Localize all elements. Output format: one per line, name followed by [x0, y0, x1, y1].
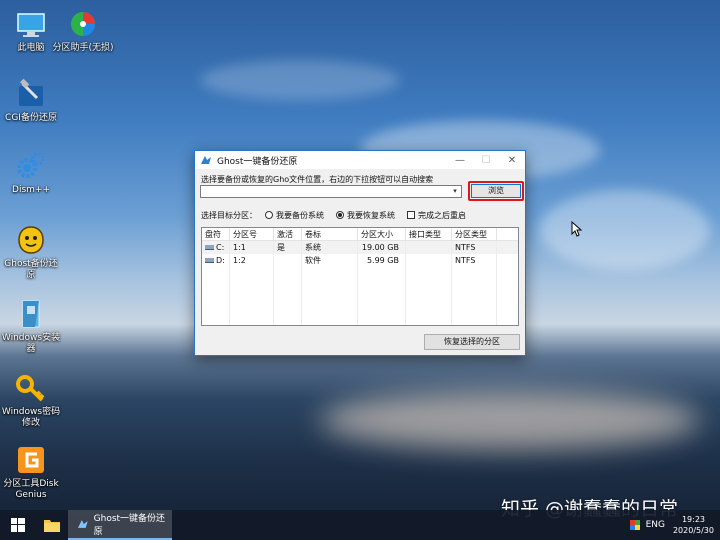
- window-titlebar[interactable]: Ghost一键备份还原 — ☐ ✕: [195, 151, 525, 169]
- cloud: [200, 60, 400, 100]
- cursor-icon: [571, 221, 583, 237]
- column-header[interactable]: 激活: [274, 228, 302, 240]
- clock-date: 2020/5/30: [672, 526, 714, 535]
- column-header[interactable]: 分区号: [230, 228, 274, 240]
- clock[interactable]: 19:23 2020/5/30: [673, 514, 714, 536]
- taskbar-task-ghost[interactable]: Ghost一键备份还原: [68, 510, 172, 540]
- table-cell: NTFS: [452, 241, 497, 254]
- column-header[interactable]: 分区类型: [452, 228, 497, 240]
- desktop-icon-windows-installer[interactable]: Windows安装器: [0, 298, 62, 355]
- radio-backup-label: 我要备份系统: [276, 210, 324, 220]
- action-center-icon[interactable]: [629, 520, 640, 530]
- taskbar: Ghost一键备份还原 ENG 19:23 2020/5/30: [0, 510, 720, 540]
- diskgenius-icon: [18, 447, 44, 473]
- desktop-icon-label: Ghost备份还原: [4, 259, 58, 280]
- table-row[interactable]: D: 1:2 软件 5.99 GB NTFS: [202, 254, 518, 267]
- taskbar-task-label: Ghost一键备份还原: [93, 514, 166, 537]
- radio-backup[interactable]: [265, 211, 273, 219]
- desktop-icon-diskgenius[interactable]: 分区工具DiskGenius: [0, 444, 62, 501]
- chevron-down-icon[interactable]: ▾: [449, 186, 461, 197]
- table-cell: 系统: [302, 241, 358, 254]
- ghost-app-icon: [201, 156, 211, 164]
- cloud: [540, 190, 710, 270]
- desktop-icon-ghost-backup[interactable]: Ghost备份还原: [0, 224, 62, 281]
- taskbar-file-explorer[interactable]: [36, 510, 68, 540]
- ghost-icon: [18, 226, 44, 254]
- start-button[interactable]: [0, 510, 36, 540]
- restart-checkbox[interactable]: [407, 211, 415, 219]
- desktop-icon-label: Windows安装器: [1, 333, 61, 354]
- restart-checkbox-label: 完成之后重启: [418, 210, 466, 220]
- key-icon: [16, 375, 45, 402]
- desktop-icon-label: 分区助手(无损): [52, 43, 114, 53]
- path-hint: 选择要备份或恢复的Gho文件位置，右边的下拉按钮可以自动搜索: [201, 175, 434, 184]
- radio-backup-option[interactable]: 我要备份系统: [265, 210, 324, 221]
- browse-button[interactable]: 浏览: [471, 184, 521, 198]
- drive-cell: D:: [202, 254, 230, 267]
- table-cell: NTFS: [452, 254, 497, 267]
- close-button[interactable]: ✕: [499, 151, 525, 169]
- system-tray: ENG 19:23 2020/5/30: [629, 510, 714, 540]
- restore-partition-button[interactable]: 恢复选择的分区: [424, 334, 520, 350]
- ghost-app-icon: [77, 520, 88, 528]
- monitor-icon: [17, 13, 45, 37]
- minimize-button[interactable]: —: [447, 151, 473, 169]
- maximize-button[interactable]: ☐: [473, 151, 499, 169]
- hammer-icon: [19, 78, 43, 106]
- column-header[interactable]: 接口类型: [406, 228, 452, 240]
- gears-icon: [17, 152, 45, 178]
- table-cell: [406, 254, 452, 267]
- desktop-icon-label: 分区工具DiskGenius: [3, 479, 59, 500]
- restart-option[interactable]: 完成之后重启: [407, 210, 466, 221]
- table-cell: [406, 241, 452, 254]
- column-header[interactable]: 分区大小: [358, 228, 406, 240]
- table-cell: 1:1: [230, 241, 274, 254]
- desktop-icon-dism[interactable]: Dism++: [0, 150, 62, 196]
- desktop-icon-cgi-backup[interactable]: CGI备份还原: [0, 78, 62, 124]
- window-title: Ghost一键备份还原: [217, 156, 298, 167]
- table-row[interactable]: C: 1:1 是 系统 19.00 GB NTFS: [202, 241, 518, 254]
- gho-path-combo[interactable]: ▾: [200, 185, 462, 198]
- drive-icon: [205, 258, 214, 263]
- drive-icon: [205, 245, 214, 250]
- radio-restore-option[interactable]: 我要恢复系统: [336, 210, 395, 221]
- clock-time: 19:23: [681, 515, 706, 524]
- desktop-icon-windows-password[interactable]: Windows密码修改: [0, 372, 62, 429]
- desktop-icon-label: CGI备份还原: [5, 113, 57, 123]
- desktop-icon-label: Dism++: [12, 185, 50, 195]
- ghost-window: Ghost一键备份还原 — ☐ ✕ 选择要备份或恢复的Gho文件位置，右边的下拉…: [194, 150, 526, 356]
- partition-table: 盘符 分区号 激活 卷标 分区大小 接口类型 分区类型 C: 1:1 是 系统 …: [201, 227, 519, 326]
- table-cell: 软件: [302, 254, 358, 267]
- radio-restore[interactable]: [336, 211, 344, 219]
- windows-logo-icon: [11, 518, 25, 532]
- table-cell: [274, 254, 302, 267]
- radio-restore-label: 我要恢复系统: [347, 210, 395, 220]
- column-header[interactable]: 盘符: [202, 228, 230, 240]
- horizon-glow: [320, 390, 700, 450]
- table-header: 盘符 分区号 激活 卷标 分区大小 接口类型 分区类型: [202, 228, 518, 241]
- installer-icon: [22, 300, 40, 328]
- target-partition-row: 选择目标分区： 我要备份系统 我要恢复系统 完成之后重启: [201, 209, 521, 221]
- table-cell: 1:2: [230, 254, 274, 267]
- desktop-icon-label: Windows密码修改: [1, 407, 61, 428]
- target-partition-label: 选择目标分区：: [201, 210, 257, 220]
- column-header[interactable]: 卷标: [302, 228, 358, 240]
- desktop-icon-partition-assistant[interactable]: 分区助手(无损): [52, 8, 114, 54]
- language-indicator[interactable]: ENG: [646, 520, 665, 530]
- table-cell: 19.00 GB: [358, 241, 406, 254]
- folder-icon: [44, 520, 60, 532]
- table-cell: 5.99 GB: [358, 254, 406, 267]
- table-cell: 是: [274, 241, 302, 254]
- disc-icon: [71, 12, 95, 36]
- drive-cell: C:: [202, 241, 230, 254]
